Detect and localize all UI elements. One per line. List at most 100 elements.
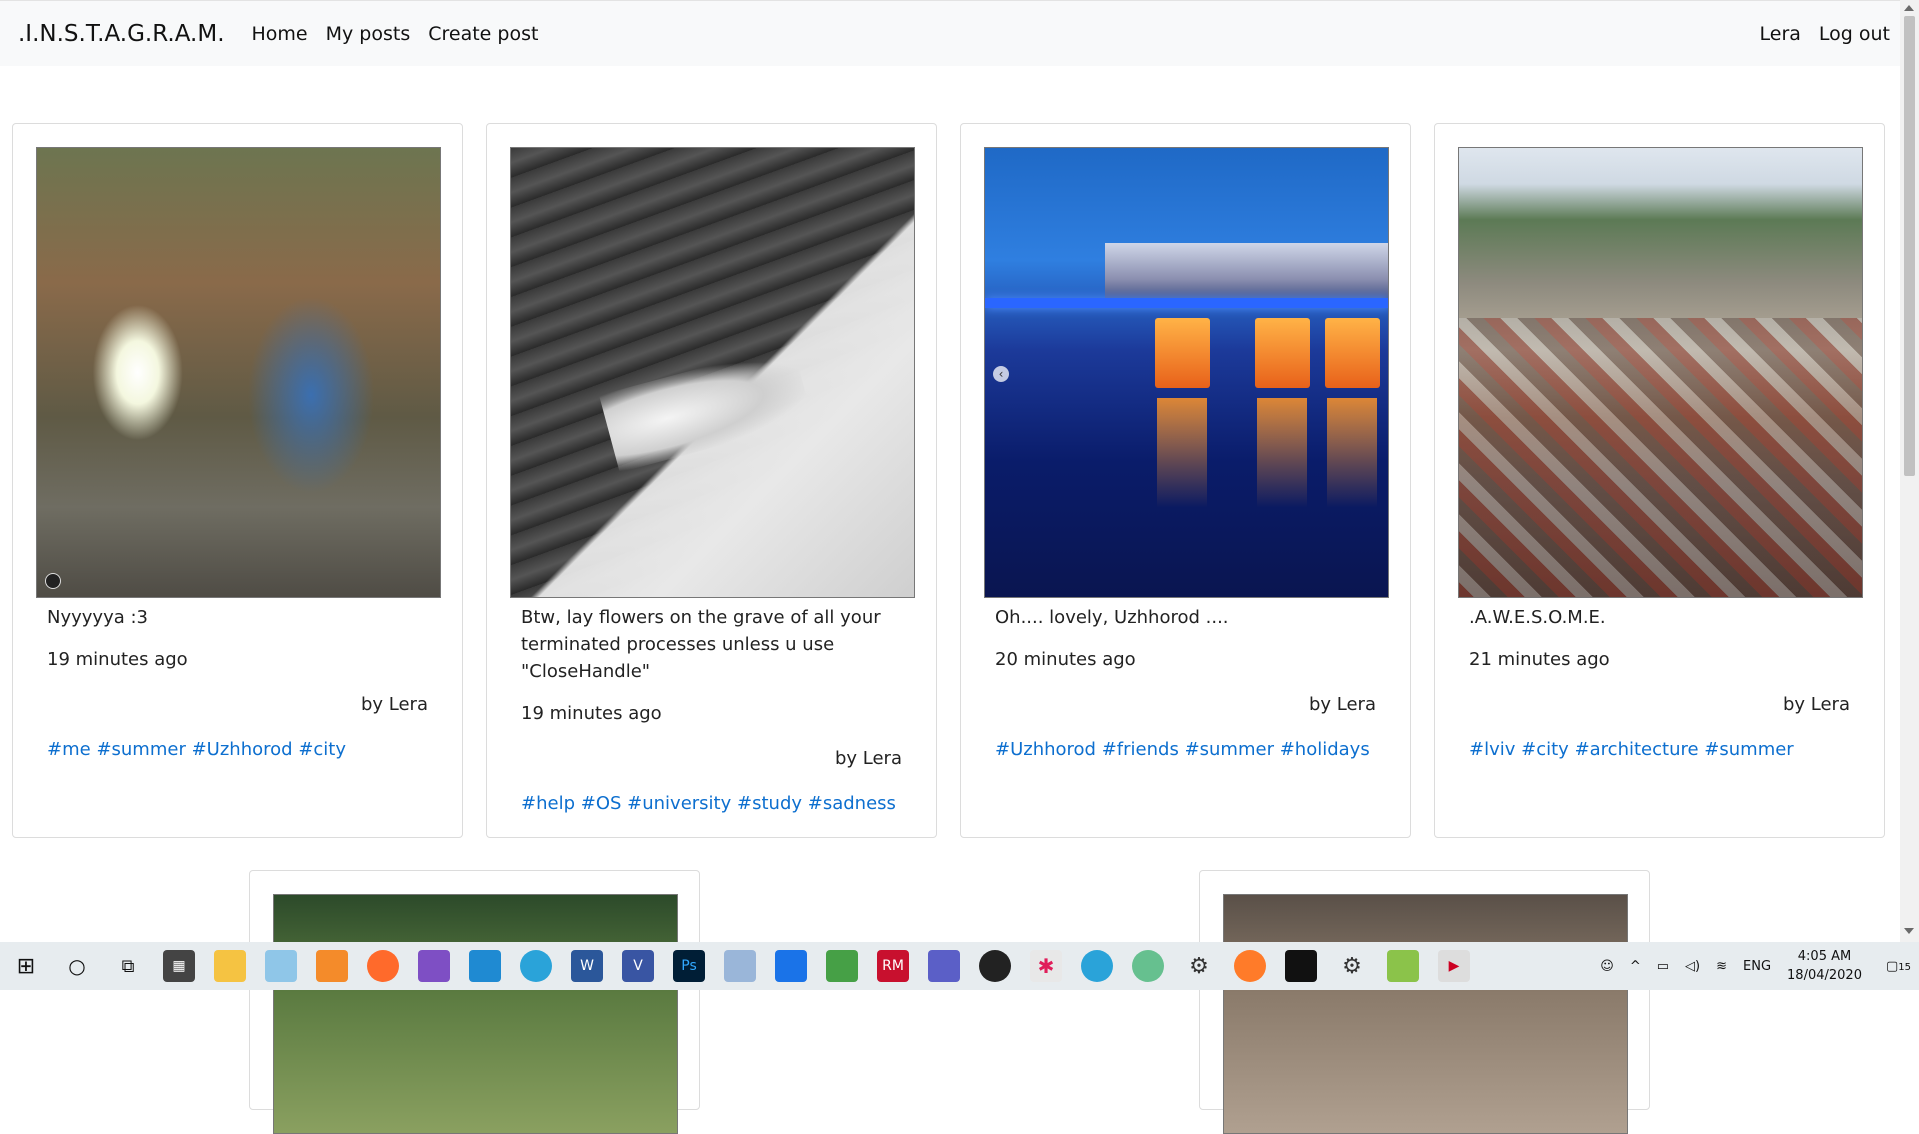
hashtag-link[interactable]: #Uzhhorod <box>995 739 1096 760</box>
post-caption: Btw, lay flowers on the grave of all you… <box>521 607 881 682</box>
wifi-icon[interactable]: ≋ <box>1716 959 1727 974</box>
slack-icon[interactable]: ✱ <box>1030 950 1062 982</box>
clock[interactable]: 4:05 AM 18/04/2020 <box>1787 947 1862 985</box>
logout-link[interactable]: Log out <box>1819 23 1890 45</box>
video-player-icon[interactable]: ▶ <box>1438 950 1470 982</box>
hashtag-link[interactable]: #help <box>521 793 575 814</box>
post-photo[interactable] <box>273 894 678 1134</box>
post-card: .A.W.E.S.O.M.E. 21 minutes ago by Lera #… <box>1434 123 1885 838</box>
teams-icon[interactable] <box>928 950 960 982</box>
paint-icon[interactable] <box>724 950 756 982</box>
atom-icon[interactable] <box>1132 950 1164 982</box>
windows-start-icon[interactable]: ⊞ <box>10 950 42 982</box>
image-editor-icon[interactable] <box>1387 950 1419 982</box>
photoshop-icon[interactable]: Ps <box>673 950 705 982</box>
water-reflection <box>1157 398 1207 508</box>
post-photo[interactable] <box>36 147 441 598</box>
hashtag-link[interactable]: #me <box>47 739 91 760</box>
hashtag-link[interactable]: #city <box>298 739 346 760</box>
hashtag-link[interactable]: #holidays <box>1280 739 1370 760</box>
firefox-2-icon[interactable] <box>1234 950 1266 982</box>
scroll-thumb[interactable] <box>1904 16 1915 476</box>
nav-user-link[interactable]: Lera <box>1760 23 1801 45</box>
language-indicator[interactable]: ENG <box>1743 959 1771 974</box>
post-photo[interactable] <box>510 147 915 598</box>
nav-create-post-link[interactable]: Create post <box>428 23 538 45</box>
post-time: 19 minutes ago <box>521 703 662 724</box>
post-tags: #lviv #city #architecture #summer <box>1469 739 1794 760</box>
notepad-icon[interactable] <box>265 950 297 982</box>
hashtag-link[interactable]: #sadness <box>808 793 896 814</box>
clock-date: 18/04/2020 <box>1787 968 1862 983</box>
post-photo[interactable]: ‹ <box>984 147 1389 598</box>
hashtag-link[interactable]: #lviv <box>1469 739 1515 760</box>
top-navbar: .I.N.S.T.A.G.R.A.M. Home My posts Create… <box>0 0 1900 66</box>
settings-icon[interactable]: ⚙ <box>1183 950 1215 982</box>
post-caption: Nyyyyya :3 <box>47 607 148 628</box>
post-caption: .A.W.E.S.O.M.E. <box>1469 607 1606 628</box>
excel-icon[interactable] <box>826 950 858 982</box>
telegram-badge-icon[interactable] <box>1081 950 1113 982</box>
post-photo[interactable] <box>1458 147 1863 598</box>
bouquet-image <box>599 343 813 473</box>
post-tags: #me #summer #Uzhhorod #city <box>47 739 346 760</box>
notification-center-icon[interactable]: ▢15 <box>1886 959 1911 974</box>
user-avatar-icon <box>45 573 61 589</box>
scroll-down-icon[interactable] <box>1904 928 1914 934</box>
system-tray: ☺ ^ ▭ ◁) ≋ ENG 4:05 AM 18/04/2020 ▢15 <box>1592 942 1919 990</box>
chevron-up-icon[interactable]: ^ <box>1630 959 1641 974</box>
battery-icon[interactable]: ▭ <box>1657 959 1669 974</box>
notification-count: 15 <box>1898 961 1911 973</box>
scroll-up-icon[interactable] <box>1904 5 1914 11</box>
post-photo[interactable] <box>1223 894 1628 1134</box>
vscode-icon[interactable] <box>469 950 501 982</box>
brand-logo[interactable]: .I.N.S.T.A.G.R.A.M. <box>18 21 225 47</box>
hashtag-link[interactable]: #OS <box>581 793 622 814</box>
people-icon[interactable]: ☺ <box>1600 959 1614 974</box>
hashtag-link[interactable]: #friends <box>1102 739 1179 760</box>
word-icon[interactable]: W <box>571 950 603 982</box>
visual-studio-icon[interactable] <box>418 950 450 982</box>
hashtag-link[interactable]: #study <box>737 793 802 814</box>
page-scrollbar[interactable] <box>1900 0 1919 942</box>
post-card: Nyyyyya :3 19 minutes ago by Lera #me #s… <box>12 123 463 838</box>
terminal-icon[interactable] <box>1285 950 1317 982</box>
water-reflection <box>1327 398 1377 508</box>
carousel-prev-icon[interactable]: ‹ <box>993 366 1009 382</box>
post-tags: #Uzhhorod #friends #summer #holidays <box>995 739 1370 760</box>
buildings-image <box>1105 243 1388 303</box>
bridge-pillar <box>1255 318 1310 388</box>
post-tags: #help #OS #university #study #sadness <box>521 793 896 814</box>
blue-app-icon[interactable] <box>775 950 807 982</box>
clock-time: 4:05 AM <box>1797 949 1852 964</box>
hashtag-link[interactable]: #city <box>1521 739 1569 760</box>
nav-user-area: Lera Log out <box>1742 23 1891 45</box>
visio-icon[interactable]: V <box>622 950 654 982</box>
firefox-icon[interactable] <box>367 950 399 982</box>
bridge-pillar <box>1155 318 1210 388</box>
telegram-icon[interactable] <box>520 950 552 982</box>
search-icon[interactable]: ○ <box>61 950 93 982</box>
bridge-image <box>985 298 1388 308</box>
volume-icon[interactable]: ◁) <box>1685 959 1700 974</box>
hashtag-link[interactable]: #summer <box>1185 739 1274 760</box>
github-icon[interactable] <box>979 950 1011 982</box>
task-view-icon[interactable]: ⧉ <box>112 950 144 982</box>
calculator-icon[interactable]: ▦ <box>163 950 195 982</box>
rubymine-icon[interactable]: RM <box>877 950 909 982</box>
sublime-icon[interactable] <box>316 950 348 982</box>
post-author: by Lera <box>1308 694 1376 715</box>
hashtag-link[interactable]: #Uzhhorod <box>192 739 293 760</box>
hashtag-link[interactable]: #summer <box>1704 739 1793 760</box>
file-explorer-icon[interactable] <box>214 950 246 982</box>
post-time: 19 minutes ago <box>47 649 188 670</box>
hashtag-link[interactable]: #architecture <box>1575 739 1699 760</box>
post-card <box>249 870 700 1134</box>
settings-2-icon[interactable]: ⚙ <box>1336 950 1368 982</box>
nav-my-posts-link[interactable]: My posts <box>326 23 411 45</box>
post-time: 20 minutes ago <box>995 649 1136 670</box>
hashtag-link[interactable]: #summer <box>96 739 185 760</box>
post-author: by Lera <box>834 748 902 769</box>
hashtag-link[interactable]: #university <box>627 793 731 814</box>
nav-home-link[interactable]: Home <box>252 23 308 45</box>
